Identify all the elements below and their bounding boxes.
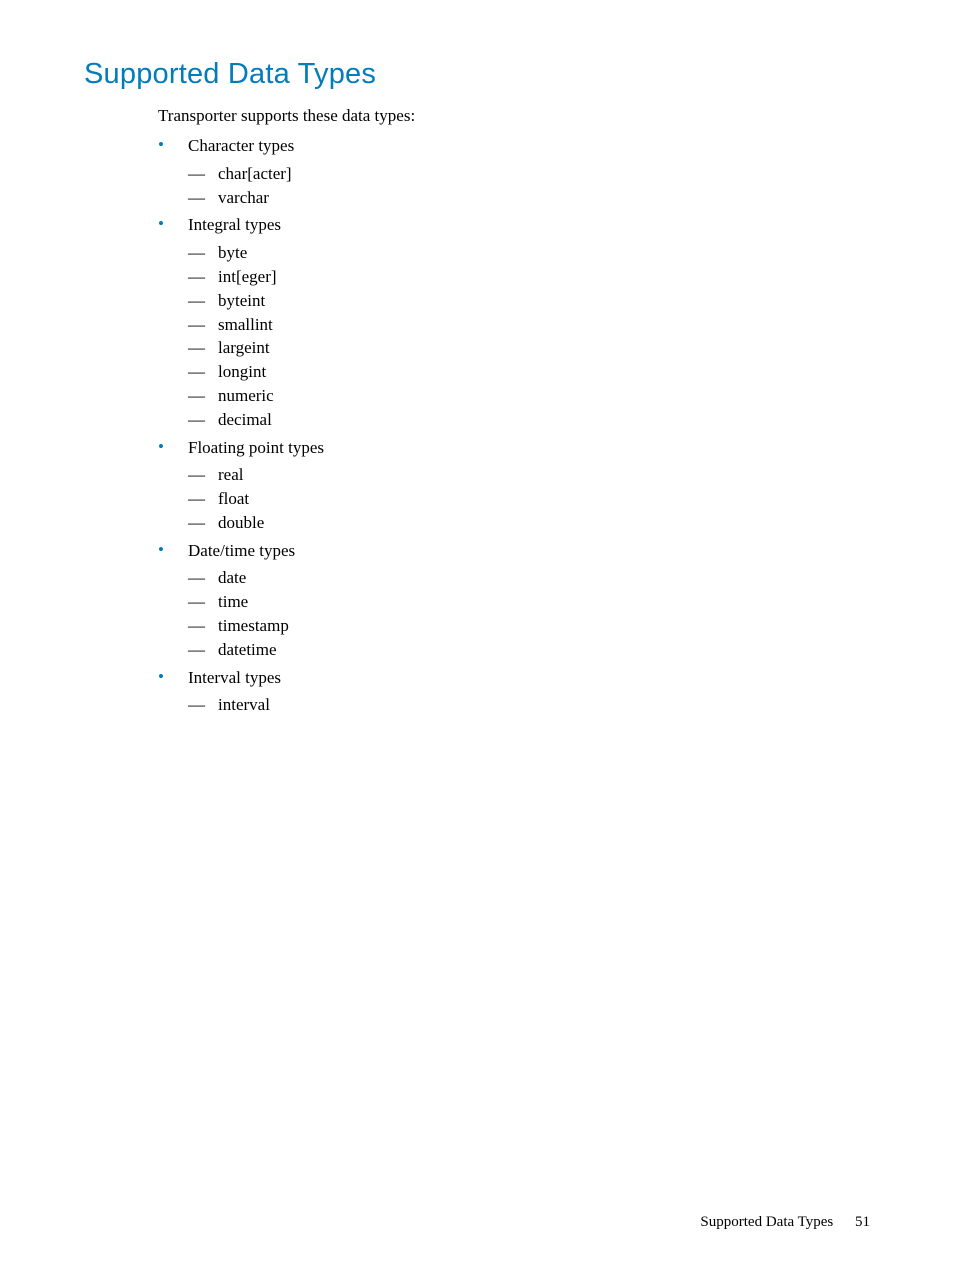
type-item-text: char[acter] (188, 162, 870, 186)
type-items-list: char[acter]varchar (188, 162, 870, 210)
footer-page-number: 51 (855, 1214, 870, 1230)
type-item: real (188, 463, 870, 487)
type-group-title: Interval types (158, 666, 870, 690)
type-item: char[acter] (188, 162, 870, 186)
type-group-title: Floating point types (158, 436, 870, 460)
type-item-text: timestamp (188, 614, 870, 638)
type-item: byte (188, 241, 870, 265)
type-item-text: byte (188, 241, 870, 265)
type-group-title: Integral types (158, 213, 870, 237)
type-item-text: date (188, 566, 870, 590)
type-groups-list: Character typeschar[acter]varcharIntegra… (158, 134, 870, 717)
type-item: double (188, 511, 870, 535)
type-item: date (188, 566, 870, 590)
type-item: decimal (188, 408, 870, 432)
type-item: byteint (188, 289, 870, 313)
type-item: varchar (188, 186, 870, 210)
type-item-text: longint (188, 360, 870, 384)
type-item: longint (188, 360, 870, 384)
type-items-list: datetimetimestampdatetime (188, 566, 870, 661)
type-group-title: Character types (158, 134, 870, 158)
intro-text: Transporter supports these data types: (158, 105, 870, 128)
footer-label: Supported Data Types (700, 1214, 833, 1230)
type-item-text: decimal (188, 408, 870, 432)
type-item-text: varchar (188, 186, 870, 210)
type-items-list: realfloatdouble (188, 463, 870, 534)
type-item: datetime (188, 638, 870, 662)
type-item-text: real (188, 463, 870, 487)
type-item-text: byteint (188, 289, 870, 313)
page-footer: Supported Data Types 51 (700, 1214, 870, 1231)
type-group-title: Date/time types (158, 539, 870, 563)
type-item-text: numeric (188, 384, 870, 408)
type-item: largeint (188, 336, 870, 360)
type-group: Floating point types realfloatdouble (158, 436, 870, 535)
type-item-text: interval (188, 693, 870, 717)
type-item: int[eger] (188, 265, 870, 289)
type-item-text: float (188, 487, 870, 511)
type-item: interval (188, 693, 870, 717)
type-group: Integral types byteint[eger]byteintsmalli… (158, 213, 870, 431)
type-item: float (188, 487, 870, 511)
type-group: Interval types interval (158, 666, 870, 718)
type-group: Character types char[acter]varchar (158, 134, 870, 209)
section-heading: Supported Data Types (84, 58, 870, 91)
type-item: time (188, 590, 870, 614)
type-item-text: smallint (188, 313, 870, 337)
type-item-text: datetime (188, 638, 870, 662)
type-item-text: time (188, 590, 870, 614)
type-item-text: int[eger] (188, 265, 870, 289)
type-item-text: largeint (188, 336, 870, 360)
type-items-list: byteint[eger]byteintsmallintlargeintlong… (188, 241, 870, 431)
type-item: smallint (188, 313, 870, 337)
type-item: timestamp (188, 614, 870, 638)
type-item: numeric (188, 384, 870, 408)
type-group: Date/time typesdatetimetimestampdatetime (158, 539, 870, 662)
type-item-text: double (188, 511, 870, 535)
type-items-list: interval (188, 693, 870, 717)
